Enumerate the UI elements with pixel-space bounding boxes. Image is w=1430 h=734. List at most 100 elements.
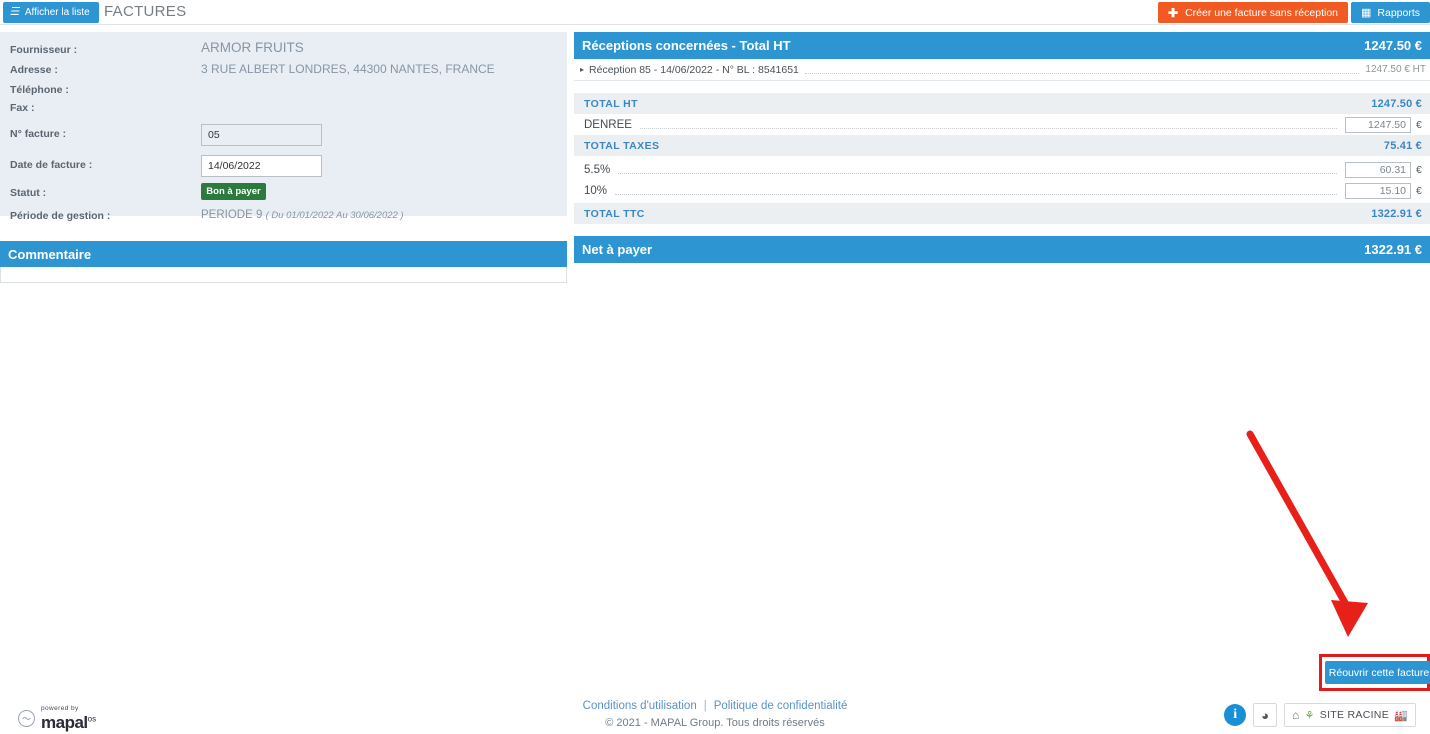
create-invoice-label: Créer une facture sans réception — [1185, 6, 1338, 19]
ht-line-label: DENREE — [584, 118, 632, 131]
status-label: Statut : — [10, 187, 47, 199]
invoice-info-panel: Fournisseur : ARMOR FRUITS Adresse : 3 R… — [0, 32, 567, 222]
dot-leader — [804, 65, 1360, 74]
reports-button[interactable]: ▦ Rapports — [1350, 2, 1430, 23]
net-to-pay-value: 1322.91 € — [1364, 242, 1422, 257]
receptions-header-label: Réceptions concernées - Total HT — [582, 38, 791, 53]
dot-leader — [646, 99, 1363, 108]
net-to-pay-label: Net à payer — [582, 242, 653, 257]
dot-leader — [667, 141, 1376, 150]
mapal-logo: 〜 powered by mapalos — [18, 705, 97, 732]
info-icon[interactable]: i — [1224, 704, 1247, 726]
feedback-button[interactable]: ◕ — [1253, 703, 1278, 727]
terms-link[interactable]: Conditions d'utilisation — [583, 700, 697, 712]
plus-icon: ✚ — [1168, 5, 1179, 20]
fax-label: Fax : — [10, 102, 35, 114]
tax-amount-input[interactable]: 15.10 — [1345, 182, 1411, 199]
address-value: 3 RUE ALBERT LONDRES, 44300 NANTES, FRAN… — [201, 62, 495, 76]
total-ht-row: TOTAL HT 1247.50 € — [574, 93, 1430, 114]
dot-leader — [618, 165, 1337, 174]
tax-rate-label: 5.5% — [584, 163, 611, 176]
mapal-wordmark: powered by mapalos — [41, 705, 97, 732]
reception-label: Réception 85 - 14/06/2022 - N° BL : 8541… — [589, 63, 799, 76]
home-icon: ⌂ — [1292, 708, 1300, 722]
list-lines-icon: ☰ — [8, 6, 22, 18]
total-taxes-row: TOTAL TAXES 75.41 € — [574, 135, 1430, 156]
site-label: SITE RACINE — [1319, 709, 1389, 721]
field-invoice-number: N° facture : — [0, 120, 567, 146]
footer-buttons: i ◕ ⌂ ⚘ SITE RACINE 🏭 — [1224, 703, 1416, 727]
show-list-button[interactable]: ☰ Afficher la liste — [3, 2, 99, 23]
tax-line-row: 10% 15.10 € — [574, 180, 1430, 201]
reception-row[interactable]: ▸ Réception 85 - 14/06/2022 - N° BL : 85… — [574, 59, 1430, 81]
show-list-label: Afficher la liste — [24, 7, 90, 18]
total-ht-label: TOTAL HT — [584, 97, 638, 110]
tax-line-row: 5.5% 60.31 € — [574, 159, 1430, 180]
field-supplier: Fournisseur : ARMOR FRUITS — [0, 38, 567, 58]
comment-title: Commentaire — [8, 246, 92, 262]
currency-symbol: € — [1416, 118, 1422, 131]
invoice-number-input[interactable] — [201, 124, 322, 146]
total-ht-value: 1247.50 € — [1371, 97, 1422, 110]
page-title: FACTURES — [104, 3, 187, 20]
period-label: Période de gestion : — [10, 210, 111, 222]
field-invoice-date: Date de facture : — [0, 151, 567, 177]
invoice-date-input[interactable] — [201, 155, 322, 177]
dot-leader — [639, 120, 1337, 129]
receptions-header-amount: 1247.50 € — [1364, 38, 1422, 53]
currency-symbol: € — [1416, 163, 1422, 176]
address-label: Adresse : — [10, 64, 58, 76]
total-taxes-label: TOTAL TAXES — [584, 139, 660, 152]
comment-body[interactable] — [0, 267, 567, 283]
dot-leader — [615, 186, 1337, 195]
field-period: Période de gestion : PERIODE 9 ( Du 01/0… — [0, 204, 567, 224]
total-ttc-row: TOTAL TTC 1322.91 € — [574, 203, 1430, 224]
top-bar: ☰ Afficher la liste FACTURES ✚ Créer une… — [0, 0, 1430, 25]
field-address: Adresse : 3 RUE ALBERT LONDRES, 44300 NA… — [0, 58, 567, 78]
feedback-icon: ◕ — [1261, 707, 1270, 723]
totals-section: TOTAL HT 1247.50 € DENREE 1247.50 € TOTA… — [574, 93, 1430, 224]
plant-icon: ⚘ — [1304, 709, 1315, 722]
supplier-label: Fournisseur : — [10, 44, 78, 56]
total-ttc-value: 1322.91 € — [1371, 207, 1422, 220]
invoice-date-label: Date de facture : — [10, 159, 93, 171]
tax-rate-label: 10% — [584, 184, 608, 197]
period-name: PERIODE 9 — [201, 209, 263, 221]
period-range: ( Du 01/01/2022 Au 30/06/2022 ) — [265, 210, 404, 221]
tax-amount-input[interactable]: 60.31 — [1345, 161, 1411, 178]
net-to-pay-bar: Net à payer 1322.91 € — [574, 236, 1430, 263]
footer-links: Conditions d'utilisation | Politique de co… — [0, 700, 1430, 712]
total-ttc-label: TOTAL TTC — [584, 207, 645, 220]
dot-leader — [653, 209, 1363, 218]
chevron-right-icon[interactable]: ▸ — [580, 65, 584, 74]
status-badge[interactable]: Bon à payer — [201, 183, 266, 200]
mapal-brand-suffix: os — [87, 714, 97, 724]
mapal-wave-icon: 〜 — [18, 710, 35, 728]
receptions-header: Réceptions concernées - Total HT 1247.50… — [574, 32, 1430, 59]
field-fax: Fax : — [0, 96, 567, 116]
receptions-panel: Réceptions concernées - Total HT 1247.50… — [574, 32, 1430, 263]
app-page: ☰ Afficher la liste FACTURES ✚ Créer une… — [0, 0, 1430, 734]
site-selector-button[interactable]: ⌂ ⚘ SITE RACINE 🏭 — [1284, 703, 1416, 727]
chart-icon: ▦ — [1360, 7, 1372, 19]
footer-separator: | — [703, 700, 707, 712]
ht-line-amount-input[interactable]: 1247.50 — [1345, 116, 1411, 133]
reopen-invoice-button[interactable]: Réouvrir cette facture — [1325, 661, 1430, 684]
total-taxes-value: 75.41 € — [1383, 139, 1422, 152]
supplier-value: ARMOR FRUITS — [201, 40, 304, 55]
field-phone: Téléphone : — [0, 78, 567, 98]
field-status: Statut : Bon à payer — [0, 181, 567, 203]
privacy-link[interactable]: Politique de confidentialité — [714, 700, 848, 712]
footer-copyright: © 2021 - MAPAL Group. Tous droits réserv… — [605, 717, 825, 729]
comment-header: Commentaire — [0, 241, 567, 267]
mapal-brand: mapal — [41, 712, 88, 732]
create-invoice-button[interactable]: ✚ Créer une facture sans réception — [1158, 2, 1348, 23]
currency-symbol: € — [1416, 184, 1422, 197]
annotation-arrow — [1246, 430, 1368, 637]
period-value: PERIODE 9 ( Du 01/01/2022 Au 30/06/2022 … — [201, 209, 404, 221]
factory-icon: 🏭 — [1394, 709, 1408, 722]
phone-label: Téléphone : — [10, 84, 69, 96]
ht-line-row: DENREE 1247.50 € — [574, 114, 1430, 135]
reception-amount: 1247.50 € HT — [1365, 64, 1426, 75]
invoice-number-label: N° facture : — [10, 128, 67, 140]
